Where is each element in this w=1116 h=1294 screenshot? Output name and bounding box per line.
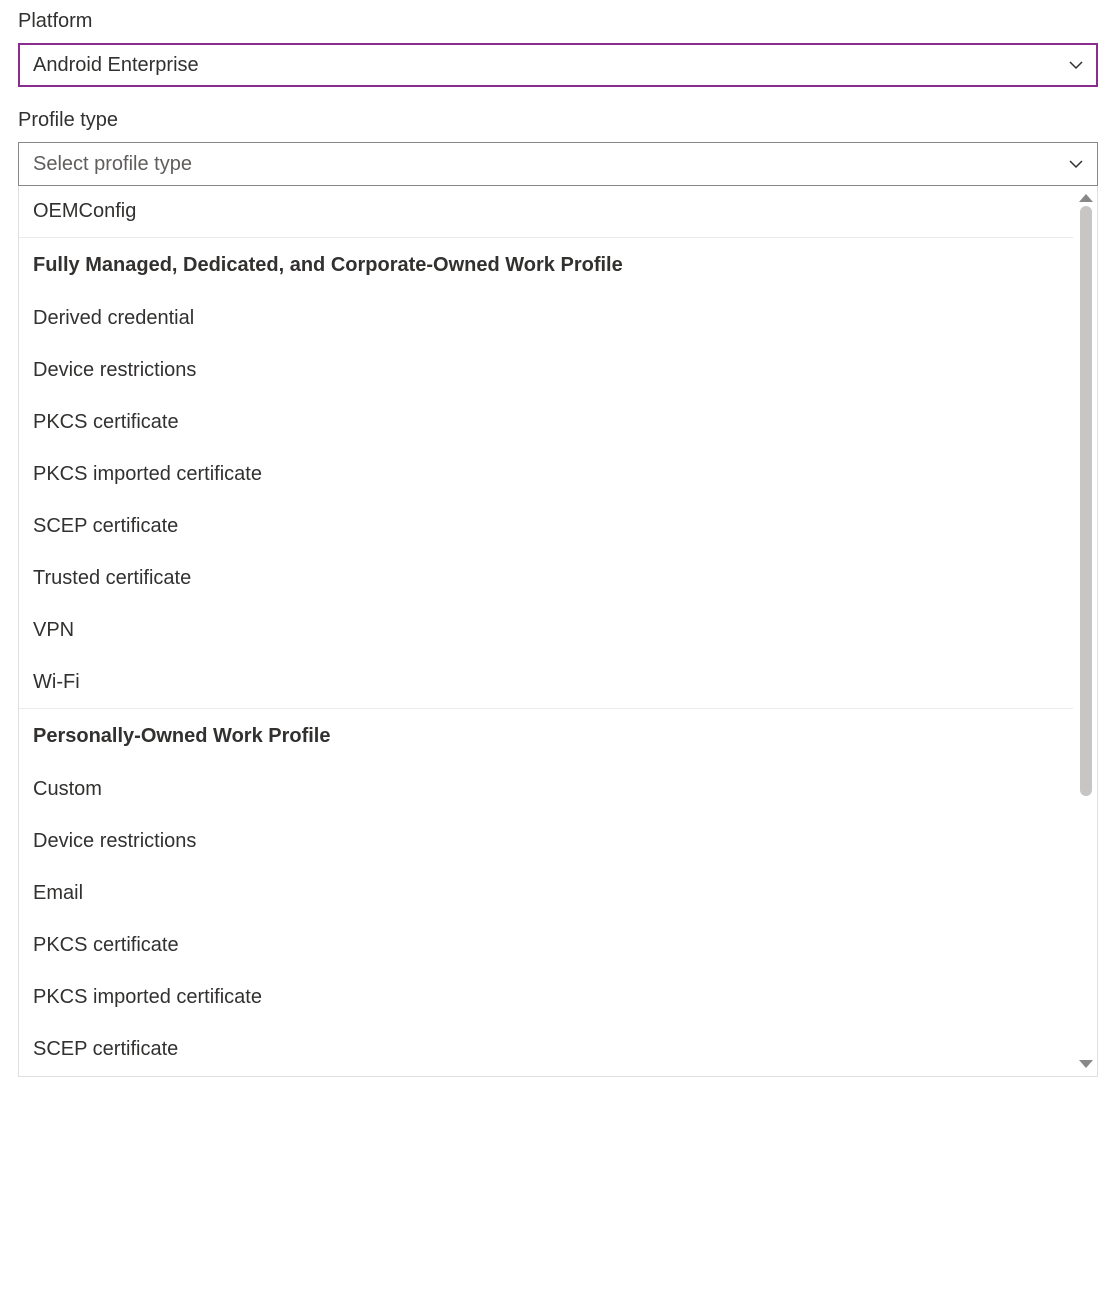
dropdown-option[interactable]: Derived credential (19, 293, 1073, 345)
scroll-up-arrow-icon[interactable] (1079, 194, 1093, 202)
profile-type-label: Profile type (18, 109, 1098, 132)
dropdown-option[interactable]: PKCS imported certificate (19, 449, 1073, 501)
dropdown-option[interactable]: Wi-Fi (19, 657, 1073, 709)
dropdown-option[interactable]: PKCS imported certificate (19, 972, 1073, 1024)
profile-type-dropdown: OEMConfig Fully Managed, Dedicated, and … (18, 186, 1098, 1077)
dropdown-option[interactable]: Email (19, 868, 1073, 920)
dropdown-option[interactable]: PKCS certificate (19, 920, 1073, 972)
scrollbar-track[interactable] (1080, 206, 1092, 1056)
chevron-down-icon (1069, 58, 1083, 72)
dropdown-option[interactable]: VPN (19, 605, 1073, 657)
profile-type-select[interactable]: Select profile type (18, 142, 1098, 186)
profile-type-placeholder: Select profile type (33, 153, 192, 176)
scrollbar-thumb[interactable] (1080, 206, 1092, 796)
scroll-down-arrow-icon[interactable] (1079, 1060, 1093, 1068)
dropdown-option[interactable]: Device restrictions (19, 345, 1073, 397)
dropdown-option[interactable]: Custom (19, 764, 1073, 816)
platform-select-value: Android Enterprise (33, 54, 199, 77)
dropdown-option[interactable]: PKCS certificate (19, 397, 1073, 449)
dropdown-option[interactable]: Trusted certificate (19, 553, 1073, 605)
platform-select[interactable]: Android Enterprise (18, 43, 1098, 87)
dropdown-group-header: Fully Managed, Dedicated, and Corporate-… (19, 238, 1073, 293)
dropdown-group-header: Personally-Owned Work Profile (19, 709, 1073, 764)
dropdown-option-oemconfig[interactable]: OEMConfig (19, 186, 1073, 238)
dropdown-option[interactable]: SCEP certificate (19, 1024, 1073, 1076)
dropdown-option[interactable]: Device restrictions (19, 816, 1073, 868)
platform-label: Platform (18, 10, 1098, 33)
platform-field: Platform Android Enterprise (18, 10, 1098, 87)
chevron-down-icon (1069, 157, 1083, 171)
dropdown-option[interactable]: SCEP certificate (19, 501, 1073, 553)
dropdown-scrollbar[interactable] (1077, 194, 1095, 1068)
profile-type-field: Profile type Select profile type OEMConf… (18, 109, 1098, 1077)
